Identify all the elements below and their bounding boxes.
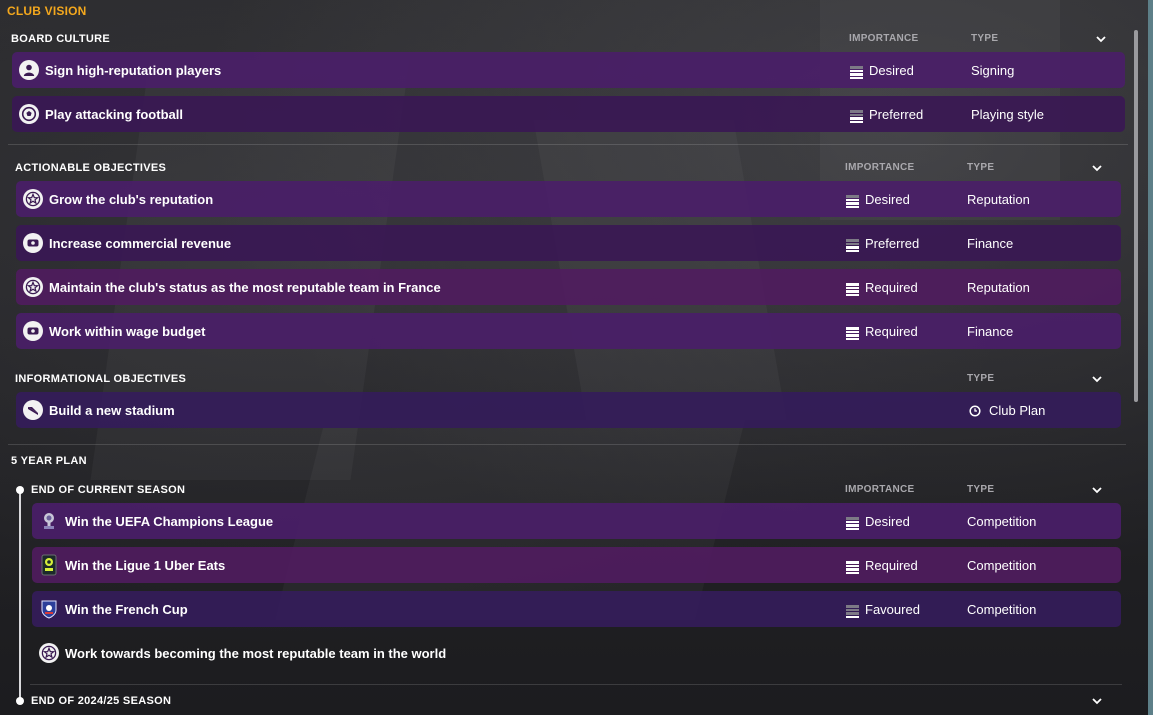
actionable-importance-header[interactable]: IMPORTANCE [845, 162, 914, 173]
objective-row[interactable]: Win the French Cup Favoured Competition [32, 591, 1121, 627]
stadium-icon [23, 400, 43, 420]
importance-bars-icon [846, 283, 859, 297]
importance-value: Required [865, 324, 918, 339]
objective-label: Win the UEFA Champions League [65, 514, 274, 529]
star-icon [39, 643, 59, 663]
timeline-dot [16, 486, 24, 494]
importance-bars-icon [846, 605, 859, 619]
current-season-importance-header[interactable]: IMPORTANCE [845, 484, 914, 495]
section-divider [8, 144, 1128, 145]
objective-row[interactable]: Work towards becoming the most reputable… [32, 635, 1121, 671]
type-value: Finance [967, 324, 1014, 339]
informational-type-header[interactable]: TYPE [967, 373, 994, 384]
objective-row[interactable]: Work within wage budget Required Finance [16, 313, 1121, 349]
importance-bars-icon [850, 66, 863, 80]
objective-row[interactable]: Maintain the club's status as the most r… [16, 269, 1121, 305]
board-culture-row[interactable]: Play attacking football Preferred Playin… [12, 96, 1125, 132]
side-strip [1148, 0, 1153, 715]
importance-value: Preferred [869, 107, 924, 122]
importance-value: Desired [865, 514, 910, 529]
money-icon [23, 321, 43, 341]
importance-bars-icon [846, 239, 859, 253]
type-value: Reputation [967, 280, 1030, 295]
importance-bars-icon [846, 561, 859, 575]
section-divider [30, 684, 1122, 685]
football-icon [19, 104, 39, 124]
current-season-heading: END OF CURRENT SEASON [31, 484, 186, 496]
type-value: Competition [967, 602, 1037, 617]
objective-label: Maintain the club's status as the most r… [49, 280, 441, 295]
objective-label: Play attacking football [45, 107, 183, 122]
objective-row[interactable]: Increase commercial revenue Preferred Fi… [16, 225, 1121, 261]
actionable-type-header[interactable]: TYPE [967, 162, 994, 173]
type-value: Signing [971, 63, 1015, 78]
importance-bars-icon [846, 327, 859, 341]
importance-bars-icon [850, 110, 863, 124]
board-culture-type-header[interactable]: TYPE [971, 33, 998, 44]
objective-label: Work within wage budget [49, 324, 206, 339]
objective-row[interactable]: Win the Ligue 1 Uber Eats Required Compe… [32, 547, 1121, 583]
actionable-objectives-heading: ACTIONABLE OBJECTIVES [15, 162, 167, 174]
type-value: Competition [967, 558, 1037, 573]
type-value: Playing style [971, 107, 1044, 122]
person-icon [19, 60, 39, 80]
objective-row[interactable]: Build a new stadium Club Plan [16, 392, 1121, 428]
importance-bars-icon [846, 517, 859, 531]
objective-label: Win the French Cup [65, 602, 188, 617]
chevron-down-icon[interactable] [1092, 163, 1102, 173]
objective-label: Increase commercial revenue [49, 236, 232, 251]
type-value: Club Plan [989, 403, 1046, 418]
importance-value: Required [865, 558, 918, 573]
timeline-dot [16, 697, 24, 705]
five-year-plan-heading: 5 YEAR PLAN [11, 455, 87, 467]
objective-label: Sign high-reputation players [45, 63, 222, 78]
objective-label: Grow the club's reputation [49, 192, 214, 207]
club-vision-panel: CLUB VISION BOARD CULTURE IMPORTANCE TYP… [0, 0, 1146, 715]
clock-icon [969, 405, 981, 417]
importance-value: Desired [865, 192, 910, 207]
importance-value: Required [865, 280, 918, 295]
panel-title: CLUB VISION [7, 4, 87, 18]
type-value: Competition [967, 514, 1037, 529]
board-culture-importance-header[interactable]: IMPORTANCE [849, 33, 918, 44]
informational-objectives-heading: INFORMATIONAL OBJECTIVES [15, 373, 187, 385]
objective-label: Work towards becoming the most reputable… [65, 646, 447, 661]
importance-value: Preferred [865, 236, 920, 251]
objective-row[interactable]: Grow the club's reputation Desired Reput… [16, 181, 1121, 217]
type-value: Reputation [967, 192, 1030, 207]
ligue1-logo-icon [41, 554, 57, 576]
importance-value: Favoured [865, 602, 920, 617]
french-cup-logo-icon [39, 599, 59, 619]
scrollbar-thumb[interactable] [1134, 30, 1138, 402]
chevron-down-icon[interactable] [1092, 696, 1102, 706]
next-season-heading: END OF 2024/25 SEASON [31, 695, 172, 707]
star-icon [23, 189, 43, 209]
current-season-type-header[interactable]: TYPE [967, 484, 994, 495]
type-value: Finance [967, 236, 1014, 251]
board-culture-heading: BOARD CULTURE [11, 33, 111, 45]
section-divider [8, 444, 1126, 445]
star-icon [23, 277, 43, 297]
champions-league-trophy-icon [39, 511, 59, 531]
objective-row[interactable]: Win the UEFA Champions League Desired Co… [32, 503, 1121, 539]
importance-value: Desired [869, 63, 914, 78]
chevron-down-icon[interactable] [1092, 485, 1102, 495]
timeline-line [19, 489, 21, 702]
chevron-down-icon[interactable] [1092, 374, 1102, 384]
objective-label: Build a new stadium [49, 403, 175, 418]
objective-label: Win the Ligue 1 Uber Eats [65, 558, 226, 573]
chevron-down-icon[interactable] [1096, 34, 1106, 44]
money-icon [23, 233, 43, 253]
importance-bars-icon [846, 195, 859, 209]
board-culture-row[interactable]: Sign high-reputation players Desired Sig… [12, 52, 1125, 88]
